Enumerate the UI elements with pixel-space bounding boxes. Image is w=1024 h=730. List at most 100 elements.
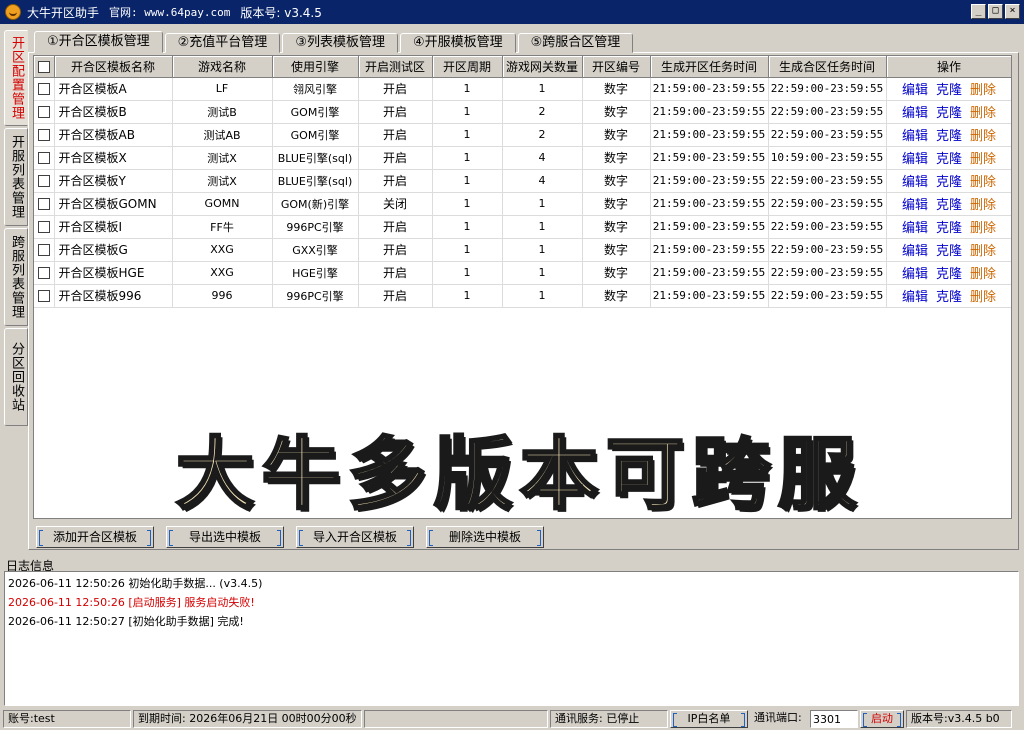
column-header[interactable]: 生成合区任务时间: [768, 56, 887, 78]
clone-link[interactable]: 克隆: [936, 267, 962, 282]
delete-link[interactable]: 删除: [970, 267, 996, 282]
delete-selected-button[interactable]: 删除选中模板: [426, 526, 544, 548]
table-row[interactable]: 开合区模板B 测试B GOM引擎 开启 1 2 数字 21:59:00-23:59:55 22:…: [34, 100, 1011, 124]
start-service-button[interactable]: 启动: [860, 710, 904, 728]
tab-cross-merge[interactable]: ⑤跨服合区管理: [517, 33, 634, 53]
edit-link[interactable]: 编辑: [902, 175, 928, 190]
cell-open-time: 21:59:00-23:59:55: [650, 146, 769, 170]
row-checkbox[interactable]: [37, 175, 50, 187]
side-tab-server-list[interactable]: 开服列表管理: [4, 128, 28, 226]
table-row[interactable]: 开合区模板HGE XXG HGE引擎 开启 1 1 数字 21:59:00-23:59:55 2…: [34, 261, 1011, 285]
clone-link[interactable]: 克隆: [936, 152, 962, 167]
tab-merge-templates[interactable]: ①开合区模板管理: [34, 31, 163, 53]
table-row[interactable]: 开合区模板G XXG GXX引擎 开启 1 1 数字 21:59:00-23:59:55 22:…: [34, 238, 1011, 262]
row-select-cell: [34, 261, 55, 285]
table-row[interactable]: 开合区模板996 996 996PC引擎 开启 1 1 数字 21:59:00-23:59:5…: [34, 284, 1011, 308]
port-input[interactable]: [810, 710, 858, 728]
side-tab-recycle-bin[interactable]: 分区回收站: [4, 328, 28, 426]
column-header[interactable]: 开合区模板名称: [54, 56, 173, 78]
add-template-button[interactable]: 添加开合区模板: [36, 526, 154, 548]
delete-link[interactable]: 删除: [970, 106, 996, 121]
clone-link[interactable]: 克隆: [936, 175, 962, 190]
cell-game: XXG: [172, 261, 273, 285]
log-panel[interactable]: 2026-06-11 12:50:26 初始化助手数据... (v3.4.5) 2…: [4, 571, 1019, 706]
table-row[interactable]: 开合区模板X 测试X BLUE引擎(sql) 开启 1 4 数字 21:59:00-23:59…: [34, 146, 1011, 170]
maximize-icon[interactable]: □: [988, 4, 1003, 19]
cell-open-time: 21:59:00-23:59:55: [650, 284, 769, 308]
clone-link[interactable]: 克隆: [936, 221, 962, 236]
edit-link[interactable]: 编辑: [902, 244, 928, 259]
row-checkbox[interactable]: [37, 83, 50, 95]
row-checkbox[interactable]: [37, 106, 50, 118]
row-actions: 编辑 克隆 删除: [886, 169, 1011, 193]
tab-open-templates[interactable]: ④开服模板管理: [399, 33, 516, 53]
cell-name: 开合区模板Y: [54, 169, 173, 193]
edit-link[interactable]: 编辑: [902, 83, 928, 98]
row-select-cell: [34, 169, 55, 193]
clone-link[interactable]: 克隆: [936, 83, 962, 98]
export-selected-button[interactable]: 导出选中模板: [166, 526, 284, 548]
row-checkbox[interactable]: [37, 267, 50, 279]
table-row[interactable]: 开合区模板GOMN GOMN GOM(新)引擎 关闭 1 1 数字 21:59:00-23:5…: [34, 192, 1011, 216]
delete-link[interactable]: 删除: [970, 198, 996, 213]
edit-link[interactable]: 编辑: [902, 221, 928, 236]
cell-gateways: 1: [502, 77, 583, 101]
tab-list-templates[interactable]: ③列表模板管理: [282, 33, 398, 53]
cell-engine: HGE引擎: [272, 261, 359, 285]
row-checkbox[interactable]: [37, 244, 50, 256]
edit-link[interactable]: 编辑: [902, 106, 928, 121]
column-header[interactable]: 开区周期: [432, 56, 503, 78]
clone-link[interactable]: 克隆: [936, 129, 962, 144]
delete-link[interactable]: 删除: [970, 290, 996, 305]
delete-link[interactable]: 删除: [970, 129, 996, 144]
delete-link[interactable]: 删除: [970, 152, 996, 167]
edit-link[interactable]: 编辑: [902, 198, 928, 213]
edit-link[interactable]: 编辑: [902, 152, 928, 167]
column-header[interactable]: 开启测试区: [358, 56, 433, 78]
clone-link[interactable]: 克隆: [936, 106, 962, 121]
close-icon[interactable]: ×: [1005, 4, 1020, 19]
side-tab-config[interactable]: 开区配置管理: [4, 30, 28, 126]
table-row[interactable]: 开合区模板A LF 翎风引擎 开启 1 1 数字 21:59:00-23:59:55 22:59…: [34, 77, 1011, 101]
edit-link[interactable]: 编辑: [902, 290, 928, 305]
row-checkbox[interactable]: [37, 221, 50, 233]
clone-link[interactable]: 克隆: [936, 244, 962, 259]
tab-recharge-platforms[interactable]: ②充值平台管理: [164, 33, 281, 53]
clone-link[interactable]: 克隆: [936, 290, 962, 305]
column-header[interactable]: 操作: [886, 56, 1011, 78]
minimize-icon[interactable]: _: [971, 4, 986, 19]
cell-cycle: 1: [432, 100, 503, 124]
cell-merge-time: 22:59:00-23:59:55: [768, 100, 887, 124]
select-all-checkbox[interactable]: [37, 60, 50, 73]
table-row[interactable]: 开合区模板AB 测试AB GOM引擎 开启 1 2 数字 21:59:00-23:59:55 2…: [34, 123, 1011, 147]
edit-link[interactable]: 编辑: [902, 267, 928, 282]
cell-numbering: 数字: [582, 215, 651, 239]
cell-name: 开合区模板A: [54, 77, 173, 101]
clone-link[interactable]: 克隆: [936, 198, 962, 213]
ip-whitelist-button[interactable]: IP白名单: [670, 710, 748, 728]
row-checkbox[interactable]: [37, 152, 50, 164]
column-header[interactable]: 生成开区任务时间: [650, 56, 769, 78]
column-header[interactable]: 游戏名称: [172, 56, 273, 78]
row-checkbox[interactable]: [37, 290, 50, 302]
row-checkbox[interactable]: [37, 198, 50, 210]
table-row[interactable]: 开合区模板Y 测试X BLUE引擎(sql) 开启 1 4 数字 21:59:00-23:59…: [34, 169, 1011, 193]
column-header[interactable]: 游戏网关数量: [502, 56, 583, 78]
cell-game: 测试X: [172, 169, 273, 193]
row-checkbox[interactable]: [37, 129, 50, 141]
side-tab-cross-list[interactable]: 跨服列表管理: [4, 228, 28, 326]
table-row[interactable]: 开合区模板I FF牛 996PC引擎 开启 1 1 数字 21:59:00-23:59:55 2…: [34, 215, 1011, 239]
cell-open-time: 21:59:00-23:59:55: [650, 261, 769, 285]
cell-open-time: 21:59:00-23:59:55: [650, 100, 769, 124]
cell-test: 开启: [358, 77, 433, 101]
edit-link[interactable]: 编辑: [902, 129, 928, 144]
cell-numbering: 数字: [582, 100, 651, 124]
import-template-button[interactable]: 导入开合区模板: [296, 526, 414, 548]
title-version: 版本号: v3.4.5: [240, 5, 322, 20]
delete-link[interactable]: 删除: [970, 83, 996, 98]
column-header[interactable]: 使用引擎: [272, 56, 359, 78]
column-header[interactable]: 开区编号: [582, 56, 651, 78]
delete-link[interactable]: 删除: [970, 175, 996, 190]
delete-link[interactable]: 删除: [970, 244, 996, 259]
delete-link[interactable]: 删除: [970, 221, 996, 236]
